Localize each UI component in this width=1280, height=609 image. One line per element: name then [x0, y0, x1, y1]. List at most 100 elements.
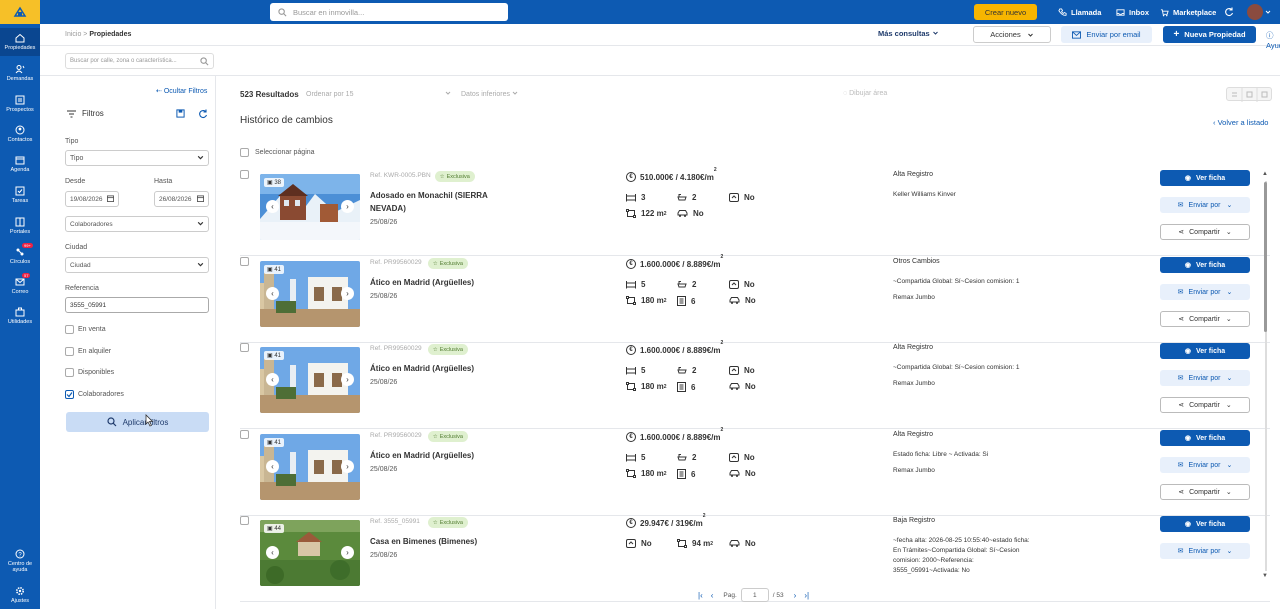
row-checkbox[interactable]	[240, 430, 249, 439]
type-select[interactable]: Tipo	[65, 150, 209, 166]
checkbox-box[interactable]	[65, 347, 74, 356]
send-email-button[interactable]: Enviar por email	[1061, 26, 1152, 43]
reference-input[interactable]: 3555_05991	[65, 297, 209, 313]
from-date-input[interactable]: 19/08/2026	[65, 191, 119, 207]
sidebar-item-circulos[interactable]: Círculos 99+	[0, 242, 40, 270]
photo-next-icon[interactable]: ›	[341, 546, 354, 559]
share-button[interactable]: ⋖ Compartir ⌄	[1160, 224, 1250, 240]
share-button[interactable]: ⋖ Compartir ⌄	[1160, 484, 1250, 500]
sidebar-item-correo[interactable]: Correo 57	[0, 272, 40, 300]
city-select[interactable]: Ciudad	[65, 257, 209, 273]
share-button[interactable]: ⋖ Compartir ⌄	[1160, 311, 1250, 327]
checkbox-box[interactable]	[65, 390, 74, 399]
breadcrumb-root[interactable]: Inicio	[65, 31, 81, 38]
back-to-list-link[interactable]: ‹ Volver a listado	[1213, 118, 1268, 127]
checkbox-disponibles[interactable]: Disponibles	[65, 368, 114, 377]
refresh-button[interactable]	[1224, 4, 1238, 20]
row-checkbox[interactable]	[240, 343, 249, 352]
send-by-button[interactable]: ✉ Enviar por ⌄	[1160, 457, 1250, 473]
page-input[interactable]: 1	[740, 588, 769, 602]
sidebar-item-prospectos[interactable]: Prospectos	[0, 90, 40, 118]
property-photo[interactable]: ▣ 41 ‹ ›	[260, 347, 360, 413]
view-sheet-button[interactable]: ◉ Ver ficha	[1160, 257, 1250, 273]
prev-page-icon[interactable]: ‹	[711, 591, 714, 600]
property-photo[interactable]: ▣ 38 ‹ ›	[260, 174, 360, 240]
new-property-button[interactable]: + Nueva Propiedad	[1163, 26, 1256, 43]
view-sheet-button[interactable]: ◉ Ver ficha	[1160, 170, 1250, 186]
sidebar-item-help-center[interactable]: ? Centro de ayuda	[0, 544, 40, 578]
sidebar-item-demandas[interactable]: Demandas	[0, 59, 40, 87]
scroll-up-icon[interactable]: ▲	[1262, 171, 1268, 177]
row-checkbox[interactable]	[240, 170, 249, 179]
inbox-button[interactable]: Inbox	[1116, 4, 1149, 20]
sidebar-item-tareas[interactable]: Tareas	[0, 181, 40, 209]
marketplace-button[interactable]: Marketplace	[1160, 4, 1216, 20]
photo-prev-icon[interactable]: ‹	[266, 546, 279, 559]
property-title[interactable]: Casa en Bimenes (Bimenes)	[370, 536, 490, 549]
order-by-dropdown[interactable]: Ordenar por 15	[306, 90, 451, 98]
next-page-icon[interactable]: ›	[794, 591, 797, 600]
view-sheet-button[interactable]: ◉ Ver ficha	[1160, 516, 1250, 532]
to-date-input[interactable]: 26/08/2026	[154, 191, 209, 207]
actions-dropdown[interactable]: Acciones	[973, 26, 1051, 43]
view-sheet-button[interactable]: ◉ Ver ficha	[1160, 343, 1250, 359]
property-photo[interactable]: ▣ 41 ‹ ›	[260, 261, 360, 327]
view-toggle[interactable]	[1226, 87, 1273, 102]
list-view-icon[interactable]	[1227, 88, 1273, 102]
property-title[interactable]: Adosado en Monachil (SIERRA NEVADA)	[370, 190, 490, 216]
photo-prev-icon[interactable]: ‹	[266, 287, 279, 300]
checkbox-colaboradores[interactable]: Colaboradores	[65, 390, 124, 399]
user-avatar[interactable]	[1247, 4, 1263, 20]
reset-icon[interactable]	[198, 109, 208, 119]
scroll-down-icon[interactable]: ▼	[1262, 573, 1268, 579]
checkbox-en-venta[interactable]: En venta	[65, 325, 106, 334]
share-button[interactable]: ⋖ Compartir ⌄	[1160, 397, 1250, 413]
checkbox-box[interactable]	[240, 148, 249, 157]
collaborators-select[interactable]: Colaboradores	[65, 216, 209, 232]
property-title[interactable]: Ático en Madrid (Argüelles)	[370, 363, 490, 376]
view-sheet-button[interactable]: ◉ Ver ficha	[1160, 430, 1250, 446]
save-icon[interactable]	[176, 109, 185, 118]
scrollbar-thumb[interactable]	[1264, 182, 1267, 332]
photo-next-icon[interactable]: ›	[341, 287, 354, 300]
row-checkbox[interactable]	[240, 516, 249, 525]
call-button[interactable]: Llamada	[1058, 4, 1101, 20]
lower-data-dropdown[interactable]: Datos inferiores	[461, 90, 518, 98]
more-queries-button[interactable]: Más consultas	[878, 29, 939, 38]
checkbox-en-alquiler[interactable]: En alquiler	[65, 347, 111, 356]
select-page[interactable]: Seleccionar página	[240, 148, 315, 157]
sidebar-item-ajustes[interactable]: Ajustes	[0, 581, 40, 609]
draw-area-button[interactable]: ◌ Dibujar área	[843, 90, 887, 97]
send-by-button[interactable]: ✉ Enviar por ⌄	[1160, 370, 1250, 386]
checkbox-box[interactable]	[65, 368, 74, 377]
photo-prev-icon[interactable]: ‹	[266, 373, 279, 386]
property-photo[interactable]: ▣ 41 ‹ ›	[260, 434, 360, 500]
send-by-button[interactable]: ✉ Enviar por ⌄	[1160, 197, 1250, 213]
app-logo[interactable]	[0, 0, 40, 24]
sidebar-item-propiedades[interactable]: Propiedades	[0, 28, 40, 56]
photo-prev-icon[interactable]: ‹	[266, 200, 279, 213]
photo-next-icon[interactable]: ›	[341, 460, 354, 473]
send-by-button[interactable]: ✉ Enviar por ⌄	[1160, 543, 1250, 559]
row-checkbox[interactable]	[240, 257, 249, 266]
property-photo[interactable]: ▣ 44 ‹ ›	[260, 520, 360, 586]
hide-filters-button[interactable]: ⇠ Ocultar Filtros	[156, 87, 207, 95]
photo-next-icon[interactable]: ›	[341, 373, 354, 386]
create-new-button[interactable]: Crear nuevo	[974, 4, 1037, 20]
sidebar-item-contactos[interactable]: Contactos	[0, 120, 40, 148]
photo-prev-icon[interactable]: ‹	[266, 460, 279, 473]
last-page-icon[interactable]: ›|	[804, 591, 809, 600]
global-search-input[interactable]: Buscar en inmovilla...	[270, 3, 508, 21]
user-menu-chevron-icon[interactable]	[1265, 4, 1275, 20]
address-search-input[interactable]: Buscar por calle, zona o característica.…	[65, 53, 214, 69]
sidebar-item-utilidades[interactable]: Utilidades	[0, 302, 40, 330]
photo-next-icon[interactable]: ›	[341, 200, 354, 213]
send-by-button[interactable]: ✉ Enviar por ⌄	[1160, 284, 1250, 300]
sidebar-item-portales[interactable]: Portales	[0, 212, 40, 240]
property-title[interactable]: Ático en Madrid (Argüelles)	[370, 277, 490, 290]
property-title[interactable]: Ático en Madrid (Argüelles)	[370, 450, 490, 463]
checkbox-box[interactable]	[65, 325, 74, 334]
apply-filters-button[interactable]: Aplicar filtros	[66, 412, 209, 432]
first-page-icon[interactable]: |‹	[698, 591, 703, 600]
sidebar-item-agenda[interactable]: Agenda	[0, 150, 40, 178]
